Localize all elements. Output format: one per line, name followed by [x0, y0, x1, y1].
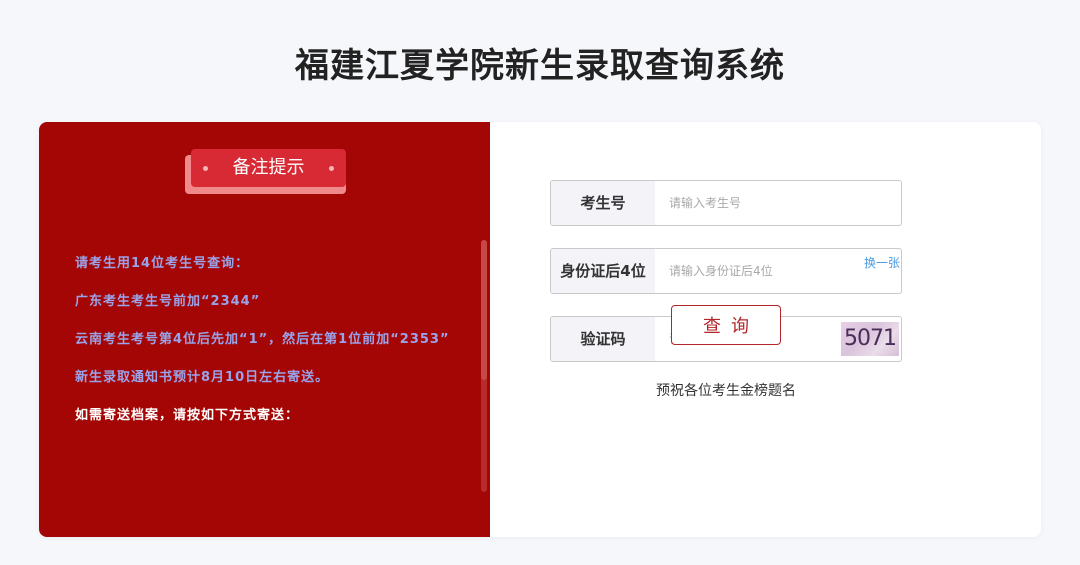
notice-line: 新生录取通知书预计8月10日左右寄送。 [75, 370, 330, 385]
notice-scrollbar[interactable] [481, 240, 487, 492]
blessing-text: 预祝各位考生金榜题名 [656, 383, 796, 399]
notice-tag-label: 备注提示 [232, 157, 305, 178]
refresh-captcha-link[interactable]: 换一张 [864, 254, 900, 271]
exam-number-label: 考生号 [551, 181, 655, 225]
query-button[interactable]: 查询 [671, 305, 781, 345]
notice-tag: 备注提示 [185, 149, 346, 194]
captcha-label: 验证码 [551, 317, 655, 361]
exam-number-input[interactable] [655, 181, 901, 225]
exam-number-row: 考生号 [550, 180, 902, 226]
notice-line: 如需寄送档案，请按如下方式寄送： [75, 408, 300, 423]
dot-icon [203, 166, 208, 171]
notice-tag-body: 备注提示 [191, 149, 346, 187]
notice-scrollbar-thumb[interactable] [481, 240, 487, 380]
id-last4-label: 身份证后4位 [551, 249, 655, 293]
notice-line: 广东考生考生号前加“2344” [75, 294, 261, 309]
notice-line: 请考生用14位考生号查询： [75, 256, 250, 271]
notice-list: 请考生用14位考生号查询： 广东考生考生号前加“2344” 云南考生考号第4位后… [75, 252, 475, 442]
page-title: 福建江夏学院新生录取查询系统 [295, 46, 785, 86]
notice-panel: 备注提示 请考生用14位考生号查询： 广东考生考生号前加“2344” 云南考生考… [39, 122, 490, 537]
dot-icon [329, 166, 334, 171]
id-last4-row: 身份证后4位 [550, 248, 902, 294]
notice-line: 云南考生考号第4位后先加“1”，然后在第1位前加“2353” [75, 332, 450, 347]
captcha-image[interactable]: 5071 [841, 322, 899, 356]
